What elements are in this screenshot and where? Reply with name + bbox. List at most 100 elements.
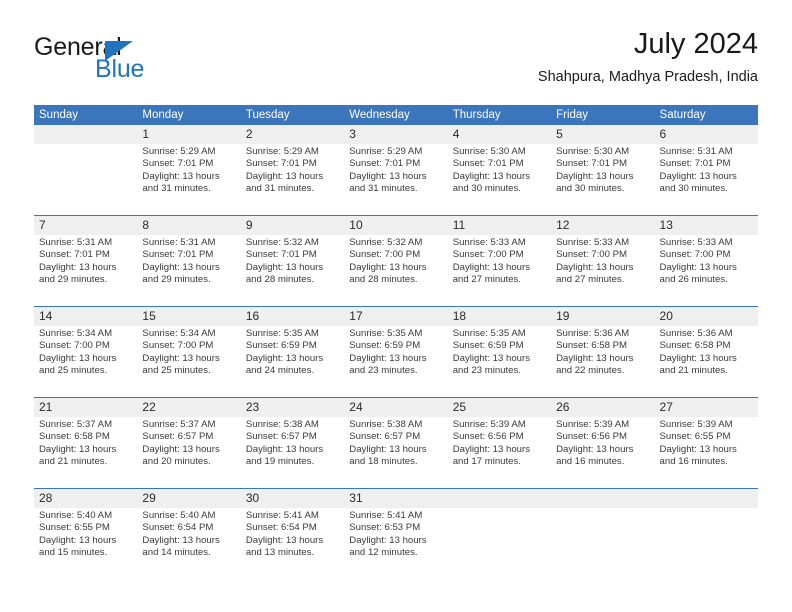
day-cell[interactable]: Sunrise: 5:32 AM Sunset: 7:00 PM Daylight:…: [344, 235, 447, 306]
day-cell[interactable]: Sunrise: 5:29 AM Sunset: 7:01 PM Daylight:…: [137, 144, 240, 215]
sunset-time: Sunset: 6:57 PM: [142, 431, 214, 443]
day-cell[interactable]: Sunrise: 5:41 AM Sunset: 6:54 PM Daylight:…: [241, 508, 344, 579]
day-cell[interactable]: Sunrise: 5:39 AM Sunset: 6:56 PM Daylight:…: [551, 417, 654, 488]
day-number[interactable]: 2: [241, 125, 344, 144]
daylight-text-cont: and 21 minutes.: [659, 365, 728, 377]
day-cell[interactable]: Sunrise: 5:33 AM Sunset: 7:00 PM Daylight:…: [448, 235, 551, 306]
calendar-week-row: 7 8 9 10 11 12 13 Sunrise: 5:31 AM Sunset: 7:01 …: [34, 215, 758, 306]
general-blue-logo[interactable]: General Blue: [34, 34, 244, 90]
day-cell[interactable]: Sunrise: 5:33 AM Sunset: 7:00 PM Daylight:…: [655, 235, 758, 306]
day-number[interactable]: 20: [655, 307, 758, 326]
daylight-text: Daylight: 13 hours: [659, 443, 737, 455]
day-number[interactable]: 8: [137, 216, 240, 235]
day-number[interactable]: 7: [34, 216, 137, 235]
daylight-text-cont: and 25 minutes.: [39, 365, 108, 377]
day-cell[interactable]: Sunrise: 5:29 AM Sunset: 7:01 PM Daylight:…: [344, 144, 447, 215]
day-cell[interactable]: Sunrise: 5:40 AM Sunset: 6:55 PM Daylight:…: [34, 508, 137, 579]
sunset-time: Sunset: 6:59 PM: [349, 340, 421, 352]
day-number[interactable]: 4: [448, 125, 551, 144]
day-number[interactable]: 13: [655, 216, 758, 235]
sunrise-time: Sunrise: 5:38 AM: [349, 419, 423, 430]
day-number[interactable]: 15: [137, 307, 240, 326]
day-cell[interactable]: Sunrise: 5:39 AM Sunset: 6:55 PM Daylight:…: [655, 417, 758, 488]
day-number[interactable]: 14: [34, 307, 137, 326]
day-cell[interactable]: Sunrise: 5:30 AM Sunset: 7:01 PM Daylight:…: [448, 144, 551, 215]
day-cell[interactable]: Sunrise: 5:35 AM Sunset: 6:59 PM Daylight:…: [241, 326, 344, 397]
sunrise-time: Sunrise: 5:33 AM: [659, 237, 733, 248]
day-number[interactable]: 1: [137, 125, 240, 144]
day-cell[interactable]: Sunrise: 5:41 AM Sunset: 6:53 PM Daylight:…: [344, 508, 447, 579]
daylight-text-cont: and 30 minutes.: [556, 183, 625, 195]
sunrise-time: Sunrise: 5:34 AM: [142, 328, 216, 339]
day-number[interactable]: 3: [344, 125, 447, 144]
day-cell[interactable]: Sunrise: 5:35 AM Sunset: 6:59 PM Daylight:…: [448, 326, 551, 397]
day-cell[interactable]: Sunrise: 5:31 AM Sunset: 7:01 PM Daylight:…: [137, 235, 240, 306]
day-cell[interactable]: Sunrise: 5:39 AM Sunset: 6:56 PM Daylight:…: [448, 417, 551, 488]
sunrise-time: Sunrise: 5:38 AM: [245, 419, 319, 430]
daylight-text-cont: and 18 minutes.: [349, 456, 418, 468]
daylight-text-cont: and 31 minutes.: [245, 183, 315, 195]
day-cell[interactable]: Sunrise: 5:37 AM Sunset: 6:57 PM Daylight:…: [137, 417, 240, 488]
sunset-time: Sunset: 7:01 PM: [39, 249, 110, 261]
page-title: July 2024: [633, 28, 758, 60]
day-number[interactable]: 6: [655, 125, 758, 144]
day-cell[interactable]: Sunrise: 5:32 AM Sunset: 7:01 PM Daylight:…: [241, 235, 344, 306]
day-number[interactable]: 29: [137, 489, 240, 508]
day-cell[interactable]: Sunrise: 5:36 AM Sunset: 6:58 PM Daylight:…: [551, 326, 654, 397]
day-number[interactable]: 11: [448, 216, 551, 235]
day-number[interactable]: 22: [137, 398, 240, 417]
daylight-text: Daylight: 13 hours: [349, 170, 427, 182]
day-number[interactable]: 16: [241, 307, 344, 326]
daylight-text: Daylight: 13 hours: [142, 352, 220, 364]
day-cell[interactable]: Sunrise: 5:34 AM Sunset: 7:00 PM Daylight:…: [34, 326, 137, 397]
day-cell[interactable]: Sunrise: 5:36 AM Sunset: 6:58 PM Daylight:…: [655, 326, 758, 397]
day-number[interactable]: 23: [241, 398, 344, 417]
sunset-time: Sunset: 6:55 PM: [659, 431, 731, 443]
day-cell[interactable]: Sunrise: 5:33 AM Sunset: 7:00 PM Daylight:…: [551, 235, 654, 306]
daylight-text: Daylight: 13 hours: [349, 261, 427, 273]
day-cell[interactable]: Sunrise: 5:38 AM Sunset: 6:57 PM Daylight:…: [344, 417, 447, 488]
day-cell[interactable]: Sunrise: 5:31 AM Sunset: 7:01 PM Daylight:…: [34, 235, 137, 306]
daylight-text-cont: and 30 minutes.: [452, 183, 521, 195]
day-number[interactable]: 25: [448, 398, 551, 417]
sunset-time: Sunset: 7:01 PM: [245, 249, 317, 261]
calendar-week-row: 21 22 23 24 25 26 27 Sunrise: 5:37 AM Sunset: 6:…: [34, 397, 758, 488]
sunrise-time: Sunrise: 5:39 AM: [452, 419, 526, 430]
weekday-header-tuesday: Tuesday: [245, 109, 290, 121]
day-cell[interactable]: Sunrise: 5:30 AM Sunset: 7:01 PM Daylight:…: [551, 144, 654, 215]
sunset-time: Sunset: 7:01 PM: [659, 158, 731, 170]
day-number[interactable]: 30: [241, 489, 344, 508]
sunrise-time: Sunrise: 5:31 AM: [659, 146, 733, 157]
daylight-text-cont: and 29 minutes.: [142, 274, 211, 286]
weekday-header-friday: Friday: [556, 109, 589, 121]
day-number[interactable]: 26: [551, 398, 654, 417]
sunset-time: Sunset: 7:01 PM: [556, 158, 628, 170]
day-number[interactable]: 17: [344, 307, 447, 326]
calendar-week-row: 14 15 16 17 18 19 20 Sunrise: 5:34 AM Sunset: 7:…: [34, 306, 758, 397]
day-number[interactable]: 24: [344, 398, 447, 417]
day-number[interactable]: 28: [34, 489, 137, 508]
day-cell[interactable]: Sunrise: 5:40 AM Sunset: 6:54 PM Daylight:…: [137, 508, 240, 579]
sunset-time: Sunset: 7:00 PM: [349, 249, 421, 261]
day-cell[interactable]: Sunrise: 5:38 AM Sunset: 6:57 PM Daylight:…: [241, 417, 344, 488]
day-cell[interactable]: Sunrise: 5:34 AM Sunset: 7:00 PM Daylight:…: [137, 326, 240, 397]
sunrise-time: Sunrise: 5:40 AM: [142, 510, 216, 521]
day-cell[interactable]: Sunrise: 5:31 AM Sunset: 7:01 PM Daylight:…: [655, 144, 758, 215]
day-cell[interactable]: Sunrise: 5:35 AM Sunset: 6:59 PM Daylight:…: [344, 326, 447, 397]
day-number[interactable]: 19: [551, 307, 654, 326]
sunrise-time: Sunrise: 5:36 AM: [556, 328, 630, 339]
day-number[interactable]: 9: [241, 216, 344, 235]
day-number[interactable]: 21: [34, 398, 137, 417]
day-number[interactable]: 5: [551, 125, 654, 144]
sunrise-time: Sunrise: 5:41 AM: [245, 510, 319, 521]
day-number[interactable]: 10: [344, 216, 447, 235]
day-cell[interactable]: Sunrise: 5:29 AM Sunset: 7:01 PM Daylight:…: [241, 144, 344, 215]
day-number[interactable]: 27: [655, 398, 758, 417]
day-number[interactable]: 18: [448, 307, 551, 326]
day-number[interactable]: 12: [551, 216, 654, 235]
day-cell[interactable]: Sunrise: 5:37 AM Sunset: 6:58 PM Daylight:…: [34, 417, 137, 488]
day-number[interactable]: 31: [344, 489, 447, 508]
sunrise-time: Sunrise: 5:30 AM: [556, 146, 630, 157]
weekday-header-saturday: Saturday: [659, 109, 706, 121]
sunset-time: Sunset: 6:54 PM: [245, 522, 317, 534]
